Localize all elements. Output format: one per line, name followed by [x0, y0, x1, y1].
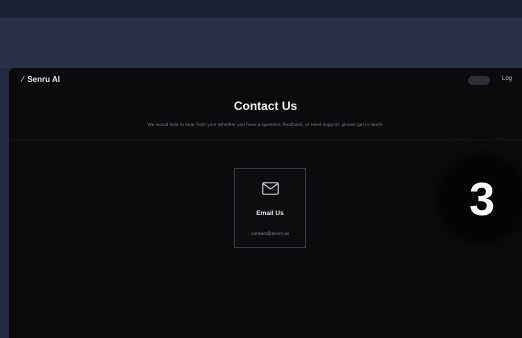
login-link[interactable]: Log [502, 76, 512, 82]
app-window: ⁄ Senru AI Log Contact Us We would love … [9, 68, 522, 338]
header-band [0, 18, 522, 68]
mail-icon [262, 182, 279, 195]
step-number-badge: 3 [443, 160, 521, 238]
spark-icon: ⁄ [22, 74, 24, 84]
brand[interactable]: ⁄ Senru AI [22, 75, 60, 84]
brand-name: Senru AI [27, 75, 60, 84]
page-title: Contact Us [233, 99, 298, 113]
card-title: Email Us [256, 210, 284, 217]
email-link[interactable]: contact@senru.ai [235, 232, 305, 237]
top-bar [0, 0, 522, 18]
email-card[interactable]: Email Us contact@senru.ai [234, 168, 306, 248]
navbar: ⁄ Senru AI Log [9, 68, 522, 92]
page-subtitle: We would love to hear from you! Whether … [147, 122, 384, 127]
theme-toggle[interactable] [468, 76, 490, 85]
divider [9, 139, 522, 140]
